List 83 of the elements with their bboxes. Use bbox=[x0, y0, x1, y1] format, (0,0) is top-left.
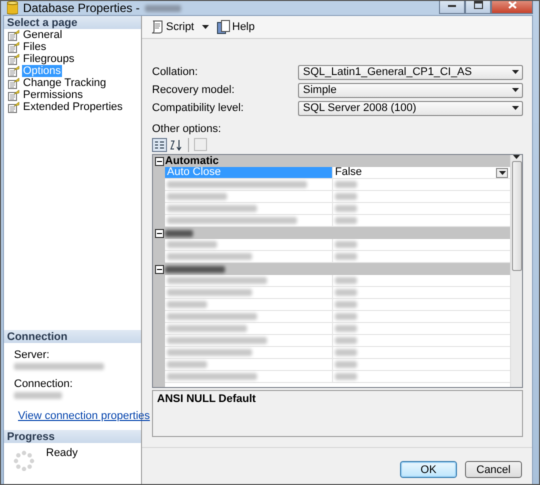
scrollbar[interactable] bbox=[510, 155, 522, 387]
blurred-property-value bbox=[335, 337, 357, 344]
database-icon bbox=[7, 1, 18, 15]
script-dropdown[interactable] bbox=[200, 25, 212, 29]
dialog-button[interactable]: Cancel bbox=[465, 461, 522, 478]
blurred-property-value bbox=[335, 277, 357, 284]
section-header: Select a page bbox=[4, 16, 141, 29]
blurred-property-name bbox=[167, 301, 207, 308]
server-label: Server: bbox=[14, 349, 50, 361]
field-label: Collation: bbox=[152, 66, 199, 78]
blurred-group-title bbox=[165, 230, 193, 236]
dropdown-button[interactable] bbox=[496, 168, 508, 178]
categorized-icon[interactable] bbox=[152, 138, 167, 152]
caret-icon bbox=[512, 88, 519, 92]
collapse-icon[interactable] bbox=[154, 228, 164, 238]
page-icon bbox=[8, 66, 20, 76]
window-title: Database Properties - bbox=[23, 1, 140, 15]
blurred-group-title bbox=[165, 266, 225, 272]
maximize-button[interactable] bbox=[465, 1, 491, 14]
page-item[interactable]: Extended Properties bbox=[22, 101, 124, 113]
page-icon bbox=[8, 30, 20, 40]
group-row[interactable]: Automatic bbox=[153, 155, 510, 167]
close-icon bbox=[508, 1, 516, 9]
blurred-property-value bbox=[335, 289, 357, 296]
progress-status: Ready bbox=[46, 447, 78, 461]
group-row[interactable] bbox=[153, 263, 510, 275]
page-icon bbox=[8, 102, 20, 112]
page-icon bbox=[8, 90, 20, 100]
script-button[interactable]: Script bbox=[148, 20, 196, 34]
page-item[interactable]: Permissions bbox=[22, 89, 84, 101]
blurred-property-value bbox=[335, 193, 357, 200]
blurred-property-value bbox=[335, 373, 357, 380]
blurred-property-value bbox=[335, 217, 357, 224]
minimize-button[interactable] bbox=[439, 1, 465, 14]
collapse-icon[interactable] bbox=[154, 264, 164, 274]
collapse-icon[interactable] bbox=[154, 156, 164, 166]
blurred-property-value bbox=[335, 205, 357, 212]
caret-icon bbox=[512, 70, 519, 74]
page-icon bbox=[8, 78, 20, 88]
minimize-icon bbox=[448, 4, 456, 6]
section-header: Connection bbox=[4, 330, 141, 343]
field-label: Recovery model: bbox=[152, 84, 236, 96]
connection-properties-link[interactable]: View connection properties bbox=[18, 410, 150, 422]
alphabetical-sort-icon[interactable] bbox=[169, 138, 183, 152]
blurred-database-name bbox=[144, 4, 181, 12]
help-icon bbox=[217, 20, 230, 34]
blurred-property-name bbox=[167, 241, 217, 248]
blurred-property-value bbox=[335, 313, 357, 320]
section-header: Progress bbox=[4, 430, 141, 443]
group-row[interactable] bbox=[153, 227, 510, 239]
caret-icon bbox=[498, 170, 506, 174]
close-button[interactable] bbox=[491, 1, 533, 14]
blurred-connection-name bbox=[14, 392, 62, 399]
blurred-property-name bbox=[167, 193, 227, 200]
description-title: ANSI NULL Default bbox=[157, 393, 256, 405]
property-value[interactable]: False bbox=[335, 167, 362, 178]
other-options-label: Other options: bbox=[152, 123, 222, 135]
help-button[interactable]: Help bbox=[215, 20, 257, 34]
blurred-property-value bbox=[335, 181, 357, 188]
caret-icon bbox=[512, 106, 519, 110]
maximize-icon bbox=[474, 1, 482, 9]
page-icon bbox=[8, 54, 20, 64]
page-icon bbox=[8, 42, 20, 52]
blurred-property-value bbox=[335, 253, 357, 260]
blurred-property-name bbox=[167, 361, 207, 368]
blurred-property-value bbox=[335, 325, 357, 332]
group-title: Automatic bbox=[165, 155, 219, 167]
blurred-property-value bbox=[335, 361, 357, 368]
page-item[interactable]: Change Tracking bbox=[22, 77, 108, 89]
blurred-property-value bbox=[335, 241, 357, 248]
connection-label: Connection: bbox=[14, 378, 74, 390]
page-item[interactable]: Files bbox=[22, 41, 48, 53]
scroll-icon bbox=[150, 20, 164, 34]
blurred-property-value bbox=[335, 301, 357, 308]
page-item[interactable]: Filegroups bbox=[22, 53, 76, 65]
dropdown-field[interactable]: SQL Server 2008 (100) bbox=[298, 100, 523, 116]
field-label: Compatibility level: bbox=[152, 102, 245, 114]
dialog-button[interactable]: OK bbox=[400, 461, 457, 478]
dropdown-field[interactable]: SQL_Latin1_General_CP1_CI_AS bbox=[298, 64, 523, 80]
page-item[interactable]: General bbox=[22, 29, 64, 41]
caret-icon bbox=[202, 25, 210, 29]
dropdown-field[interactable]: Simple bbox=[298, 82, 523, 98]
blurred-property-value bbox=[335, 349, 357, 356]
